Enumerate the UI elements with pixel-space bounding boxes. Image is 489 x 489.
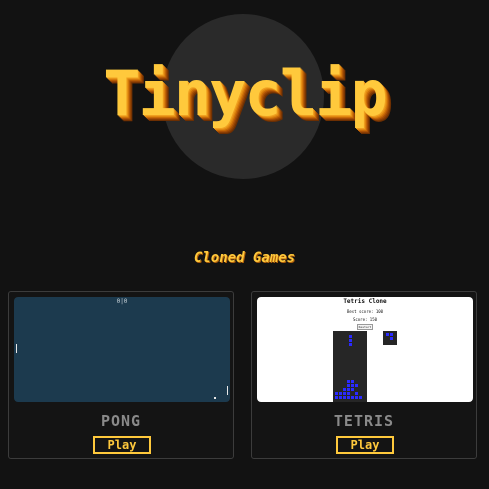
tetris-block <box>335 396 338 399</box>
tetris-block <box>351 380 354 383</box>
pong-ball <box>214 397 216 399</box>
game-title-pong: PONG <box>100 412 142 430</box>
play-tetris-button[interactable]: Play <box>336 436 394 454</box>
tetris-block <box>347 384 350 387</box>
site-logo: Tinyclip <box>103 57 388 130</box>
tetris-block <box>355 392 358 395</box>
tetris-preview-title: Tetris Clone <box>343 298 387 305</box>
right-paddle <box>227 386 228 395</box>
tetris-block <box>343 388 346 391</box>
tetris-block <box>347 396 350 399</box>
tetris-block <box>351 396 354 399</box>
tetris-block <box>343 396 346 399</box>
play-pong-button[interactable]: Play <box>93 436 151 454</box>
tetris-block <box>386 333 389 336</box>
left-paddle <box>16 344 17 353</box>
game-card-pong: 0|0 PONG Play <box>8 291 234 459</box>
tetris-block <box>355 384 358 387</box>
tetris-block <box>351 388 354 391</box>
tetris-best-score: Best score: 100 <box>346 309 384 314</box>
tetris-block <box>347 388 350 391</box>
pong-preview[interactable]: 0|0 <box>14 297 230 402</box>
tetris-block <box>347 392 350 395</box>
tetris-preview[interactable]: Tetris Clone Best score: 100 Score: 150 … <box>257 297 473 402</box>
tetris-block <box>349 335 352 338</box>
tetris-board <box>333 331 367 402</box>
tetris-block <box>359 396 362 399</box>
game-title-tetris: TETRIS <box>333 412 395 430</box>
tetris-block <box>335 392 338 395</box>
tetris-block <box>355 396 358 399</box>
tetris-block <box>347 380 350 383</box>
tetris-block <box>343 392 346 395</box>
tetris-score: Score: 150 <box>352 317 378 322</box>
tetris-block <box>349 343 352 346</box>
tetris-block <box>339 392 342 395</box>
section-title: Cloned Games <box>193 250 296 266</box>
tetris-block <box>390 333 393 336</box>
tetris-block <box>351 384 354 387</box>
game-card-tetris: Tetris Clone Best score: 100 Score: 150 … <box>251 291 477 459</box>
tetris-block <box>349 339 352 342</box>
tetris-restart-button: Restart <box>357 324 373 330</box>
pong-score: 0|0 <box>116 298 128 305</box>
tetris-block <box>339 396 342 399</box>
tetris-next-piece <box>383 331 397 345</box>
tetris-block <box>390 337 393 340</box>
